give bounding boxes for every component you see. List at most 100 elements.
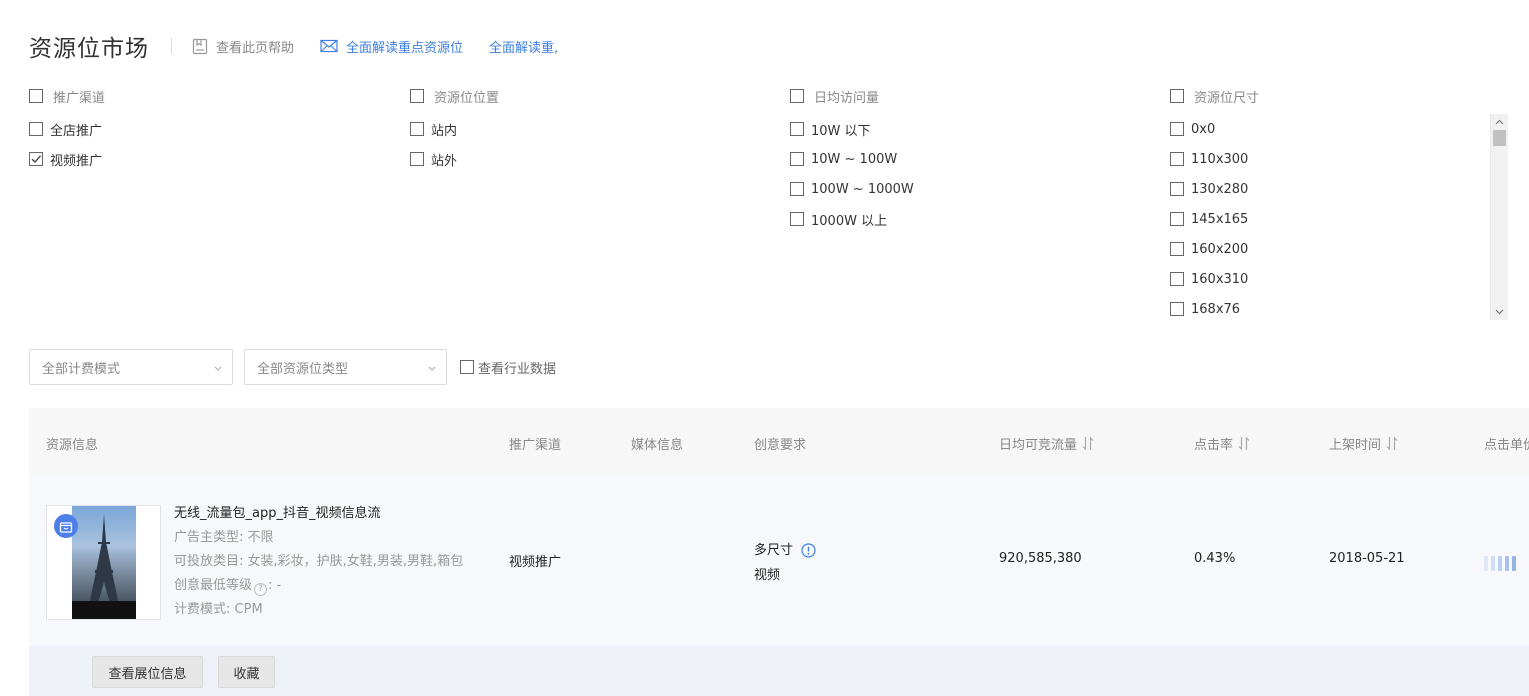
column-header-traffic[interactable]: 日均可竞流量 xyxy=(999,434,1094,453)
categories: 可投放类目: 女装,彩妆，护肤,女鞋,男装,男鞋,箱包 xyxy=(174,554,464,569)
filter-option-label: 168x76 xyxy=(1191,301,1241,317)
checkbox[interactable] xyxy=(410,122,424,136)
checkbox[interactable] xyxy=(1170,182,1184,196)
sort-icon[interactable] xyxy=(1082,436,1094,451)
checkbox[interactable] xyxy=(790,152,804,166)
filter-traffic: 日均访问量 10W 以下 10W ~ 100W 100W ~ 1000W 100… xyxy=(790,84,914,234)
bookmark-icon xyxy=(192,38,208,55)
filter-channel-title: 推广渠道 xyxy=(53,90,106,106)
filter-option-label: 站外 xyxy=(431,153,458,169)
guide-link-1[interactable]: 全面解读重点资源位 xyxy=(320,37,463,56)
checkmark-icon xyxy=(31,155,41,163)
filter-option-label: 160x310 xyxy=(1191,271,1249,287)
checkbox[interactable] xyxy=(1170,302,1184,316)
filter-position: 资源位位置 站内 站外 xyxy=(410,84,499,174)
filter-option-offsite[interactable]: 站外 xyxy=(410,144,499,174)
industry-data-toggle[interactable]: 查看行业数据 xyxy=(460,358,556,377)
filter-option-traffic-4[interactable]: 1000W 以上 xyxy=(790,204,914,234)
filter-option-label: 10W ~ 100W xyxy=(811,151,898,167)
filter-option-video[interactable]: 视频推广 xyxy=(29,144,105,174)
sort-icon[interactable] xyxy=(1386,436,1398,451)
filter-size-header[interactable]: 资源位尺寸 xyxy=(1170,84,1259,108)
checkbox[interactable] xyxy=(790,212,804,226)
help-link-label: 查看此页帮助 xyxy=(216,40,295,56)
filter-position-title: 资源位位置 xyxy=(434,90,500,106)
guide-link-2[interactable]: 全面解读重, xyxy=(489,37,558,56)
resource-thumbnail[interactable] xyxy=(46,505,161,620)
row-creative: 多尺寸 视频 xyxy=(754,538,816,588)
scrollbar[interactable] xyxy=(1490,114,1508,320)
filter-option-size[interactable]: 130x280 xyxy=(1170,174,1508,204)
filter-option-size[interactable]: 110x300 xyxy=(1170,144,1508,174)
column-header-date[interactable]: 上架时间 xyxy=(1329,434,1398,453)
chevron-down-icon xyxy=(428,360,436,375)
checkbox[interactable] xyxy=(29,89,43,103)
checkbox[interactable] xyxy=(460,360,474,374)
filter-option-label: 0x0 xyxy=(1191,121,1216,137)
creative-size: 多尺寸 xyxy=(754,543,794,558)
filter-option-size[interactable]: 160x200 xyxy=(1170,234,1508,264)
row-channel: 视频推广 xyxy=(509,555,562,570)
scroll-up-icon[interactable] xyxy=(1491,115,1508,129)
checkbox[interactable] xyxy=(790,89,804,103)
filter-channel: 推广渠道 全店推广 视频推广 xyxy=(29,84,105,174)
size-options-list[interactable]: 0x0 110x300 130x280 145x165 160x200 160x… xyxy=(1170,114,1508,320)
resource-type-select[interactable]: 全部资源位类型 xyxy=(244,349,447,385)
filter-option-traffic-2[interactable]: 10W ~ 100W xyxy=(790,144,914,174)
filter-option-label: 10W 以下 xyxy=(811,123,871,139)
page-title: 资源位市场 xyxy=(29,36,149,62)
help-icon[interactable]: ? xyxy=(254,582,268,596)
checkbox[interactable] xyxy=(790,122,804,136)
filter-controls: 全部计费模式 全部资源位类型 查看行业数据 xyxy=(29,349,556,385)
filter-option-onsite[interactable]: 站内 xyxy=(410,114,499,144)
filter-traffic-header[interactable]: 日均访问量 xyxy=(790,84,914,108)
billing-mode-select-value: 全部计费模式 xyxy=(42,361,121,377)
filter-option-traffic-3[interactable]: 100W ~ 1000W xyxy=(790,174,914,204)
filter-option-label: 160x200 xyxy=(1191,241,1249,257)
filter-option-label: 110x300 xyxy=(1191,151,1249,167)
column-header-ctr[interactable]: 点击率 xyxy=(1194,434,1250,453)
checkbox[interactable] xyxy=(1170,152,1184,166)
checkbox[interactable] xyxy=(1170,89,1184,103)
row-traffic: 920,585,380 xyxy=(999,551,1082,566)
checkbox[interactable] xyxy=(1170,212,1184,226)
shop-badge-icon xyxy=(54,514,78,538)
guide-link-1-label: 全面解读重点资源位 xyxy=(346,40,464,56)
min-creative-level: 创意最低等级?: - xyxy=(174,578,282,596)
checkbox[interactable] xyxy=(410,89,424,103)
filter-option-label: 130x280 xyxy=(1191,181,1249,197)
info-icon[interactable] xyxy=(801,543,816,558)
filter-option-size[interactable]: 145x165 xyxy=(1170,204,1508,234)
sort-icon[interactable] xyxy=(1238,436,1250,451)
filter-option-traffic-1[interactable]: 10W 以下 xyxy=(790,114,914,144)
help-link[interactable]: 查看此页帮助 xyxy=(192,37,294,56)
filter-option-size[interactable]: 160x310 xyxy=(1170,264,1508,294)
scroll-down-icon[interactable] xyxy=(1491,305,1508,319)
filter-position-header[interactable]: 资源位位置 xyxy=(410,84,499,108)
filter-channel-header[interactable]: 推广渠道 xyxy=(29,84,105,108)
billing-mode: 计费模式: CPM xyxy=(174,602,263,617)
resource-name[interactable]: 无线_流量包_app_抖音_视频信息流 xyxy=(174,502,463,526)
checkbox[interactable] xyxy=(1170,242,1184,256)
filter-option-label: 100W ~ 1000W xyxy=(811,181,914,197)
checkbox[interactable] xyxy=(790,182,804,196)
creative-type: 视频 xyxy=(754,568,781,583)
filter-option-size[interactable]: 168x76 xyxy=(1170,294,1508,320)
filter-option-whole-store[interactable]: 全店推广 xyxy=(29,114,105,144)
column-header-cpc: 点击单价 xyxy=(1484,438,1529,453)
favorite-button[interactable]: 收藏 xyxy=(218,656,275,688)
column-header-info: 资源信息 xyxy=(46,438,99,453)
checkbox[interactable] xyxy=(1170,122,1184,136)
scrollbar-thumb[interactable] xyxy=(1493,130,1506,146)
resource-info: 无线_流量包_app_抖音_视频信息流 广告主类型: 不限 可投放类目: 女装,… xyxy=(174,502,463,622)
checkbox-checked[interactable] xyxy=(29,152,43,166)
billing-mode-select[interactable]: 全部计费模式 xyxy=(29,349,233,385)
checkbox[interactable] xyxy=(29,122,43,136)
filter-option-label: 视频推广 xyxy=(50,153,103,169)
column-header-creative: 创意要求 xyxy=(754,438,807,453)
checkbox[interactable] xyxy=(410,152,424,166)
checkbox[interactable] xyxy=(1170,272,1184,286)
view-placement-button[interactable]: 查看展位信息 xyxy=(92,656,203,688)
filter-option-size[interactable]: 0x0 xyxy=(1170,114,1508,144)
table-row[interactable]: 无线_流量包_app_抖音_视频信息流 广告主类型: 不限 可投放类目: 女装,… xyxy=(29,475,1529,646)
